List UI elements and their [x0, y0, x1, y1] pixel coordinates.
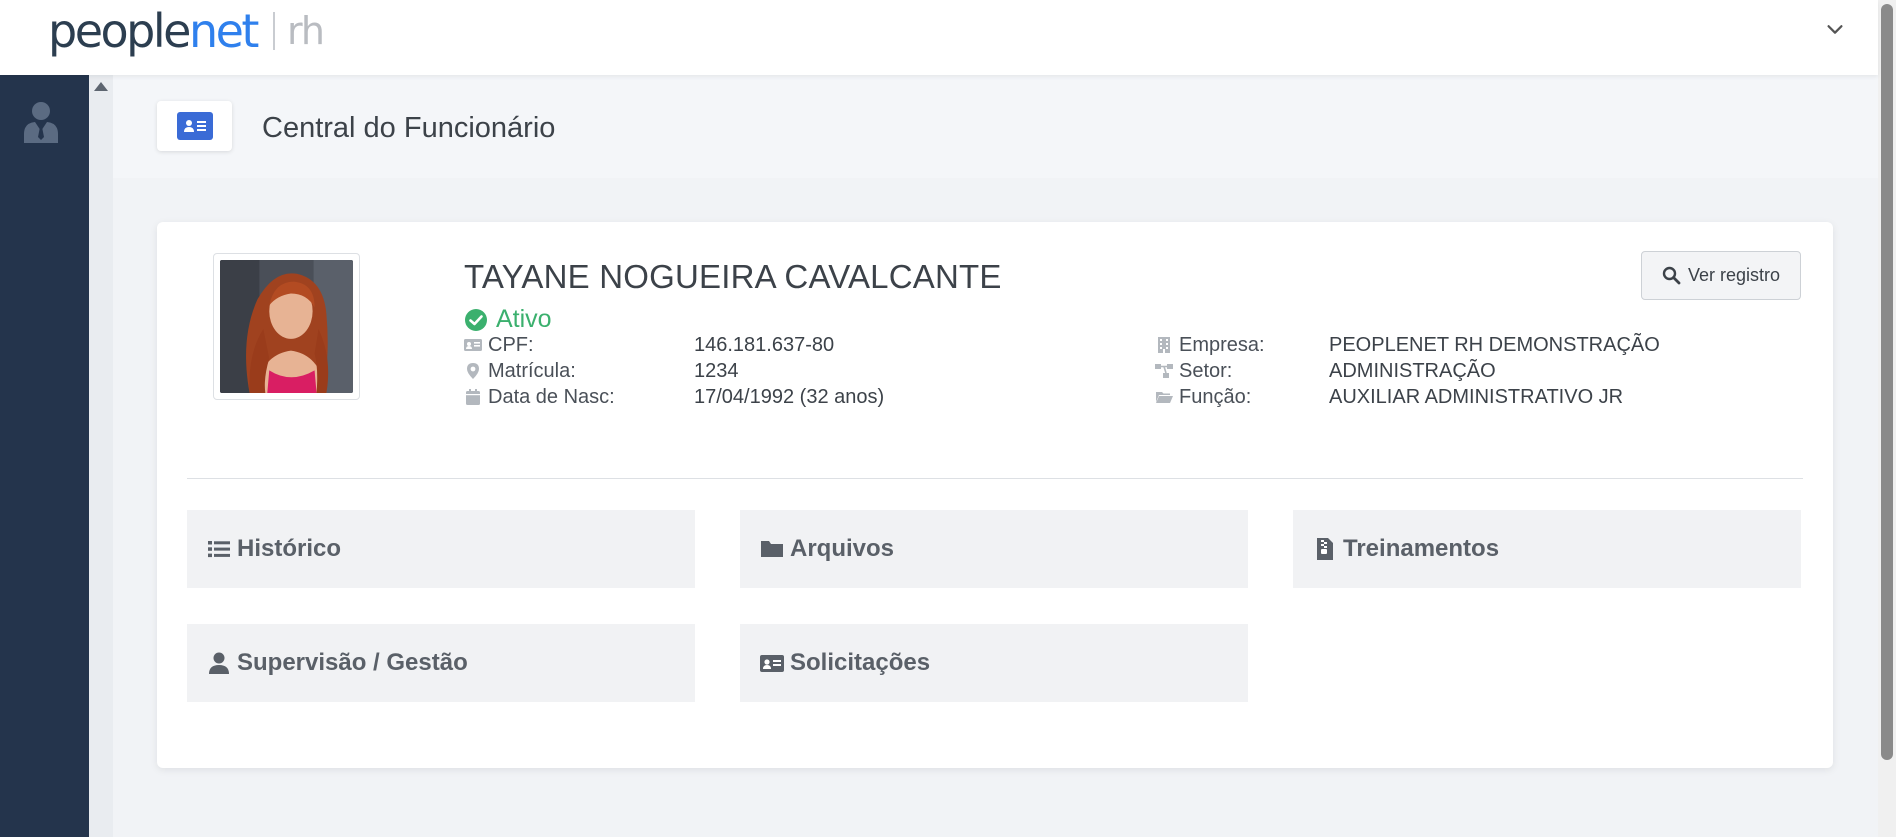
folder-icon — [761, 541, 783, 557]
matricula-label: Matrícula: — [464, 358, 576, 384]
sitemap-icon — [1155, 364, 1173, 378]
tile-solicitacoes[interactable]: Solicitações — [740, 624, 1248, 702]
nasc-label: Data de Nasc: — [464, 384, 615, 410]
id-card-icon — [464, 339, 482, 351]
matricula-value: 1234 — [694, 360, 739, 382]
ver-registro-label: Ver registro — [1687, 265, 1781, 285]
logo-people: people — [48, 4, 191, 58]
card-divider — [187, 478, 1803, 479]
empresa-value: PEOPLENET RH DEMONSTRAÇÃO — [1329, 334, 1660, 356]
list-icon — [208, 541, 230, 558]
employee-photo — [213, 253, 360, 400]
id-card-icon — [760, 655, 784, 672]
setor-label-text: Setor: — [1179, 359, 1233, 382]
employee-card: TAYANE NOGUEIRA CAVALCANTE Ativo CPF: Ma… — [157, 222, 1833, 768]
vertical-scrollbar[interactable] — [1878, 0, 1896, 837]
nasc-value: 17/04/1992 (32 anos) — [694, 386, 885, 408]
cpf-value: 146.181.637-80 — [694, 334, 835, 356]
funcao-label-text: Função: — [1179, 385, 1252, 408]
funcao-value: AUXILIAR ADMINISTRATIVO JR — [1329, 386, 1624, 408]
empresa-label: Empresa: — [1155, 332, 1265, 358]
tile-historico[interactable]: Histórico — [187, 510, 695, 588]
status-text: Ativo — [496, 305, 552, 333]
tile-treinamentos-label: Treinamentos — [1343, 535, 1500, 562]
user-icon — [209, 652, 229, 674]
empresa-label-text: Empresa: — [1179, 333, 1265, 356]
tile-arquivos[interactable]: Arquivos — [740, 510, 1248, 588]
file-zipper-icon — [1317, 538, 1333, 560]
status-badge: Ativo — [464, 305, 552, 334]
tile-arquivos-label: Arquivos — [790, 535, 895, 562]
tile-supervisao[interactable]: Supervisão / Gestão — [187, 624, 695, 702]
page-title: Central do Funcionário — [262, 112, 556, 144]
building-icon — [1158, 337, 1170, 353]
check-circle-icon — [465, 308, 487, 331]
setor-label: Setor: — [1155, 358, 1232, 384]
logo-separator — [272, 12, 275, 50]
map-marker-icon — [467, 363, 479, 379]
nasc-label-text: Data de Nasc: — [488, 385, 615, 408]
tile-treinamentos[interactable]: Treinamentos — [1293, 510, 1801, 588]
folder-open-icon — [1156, 392, 1173, 403]
setor-value: ADMINISTRAÇÃO — [1329, 360, 1496, 382]
tile-historico-label: Histórico — [237, 535, 342, 562]
employee-name: TAYANE NOGUEIRA CAVALCANTE — [464, 258, 1002, 295]
search-icon — [1662, 266, 1681, 285]
tile-solicitacoes-label: Solicitações — [790, 649, 931, 676]
matricula-label-text: Matrícula: — [488, 359, 576, 382]
calendar-icon — [466, 389, 480, 405]
ver-registro-button[interactable]: Ver registro — [1641, 251, 1801, 300]
cpf-label: CPF: — [464, 332, 534, 358]
header-icon-box — [157, 101, 232, 151]
peoplenet-logo[interactable]: peoplenet rh — [48, 4, 325, 58]
top-bar: peoplenet rh — [0, 0, 1878, 75]
id-card-icon — [176, 112, 213, 140]
logo-net: net — [188, 4, 260, 58]
funcao-label: Função: — [1155, 384, 1251, 410]
scrollbar-thumb[interactable] — [1881, 4, 1893, 760]
page-header: Central do Funcionário — [113, 75, 1878, 178]
logo-text: peoplenet — [48, 4, 260, 58]
cpf-label-text: CPF: — [488, 333, 534, 356]
chevron-down-icon[interactable] — [1824, 18, 1846, 40]
tile-supervisao-label: Supervisão / Gestão — [237, 649, 468, 676]
sidebar — [0, 75, 89, 837]
scroll-up-arrow-icon[interactable] — [94, 82, 108, 91]
sidebar-scroll-strip — [89, 75, 113, 837]
logo-rh: rh — [286, 9, 325, 53]
user-tie-icon[interactable] — [22, 101, 60, 143]
